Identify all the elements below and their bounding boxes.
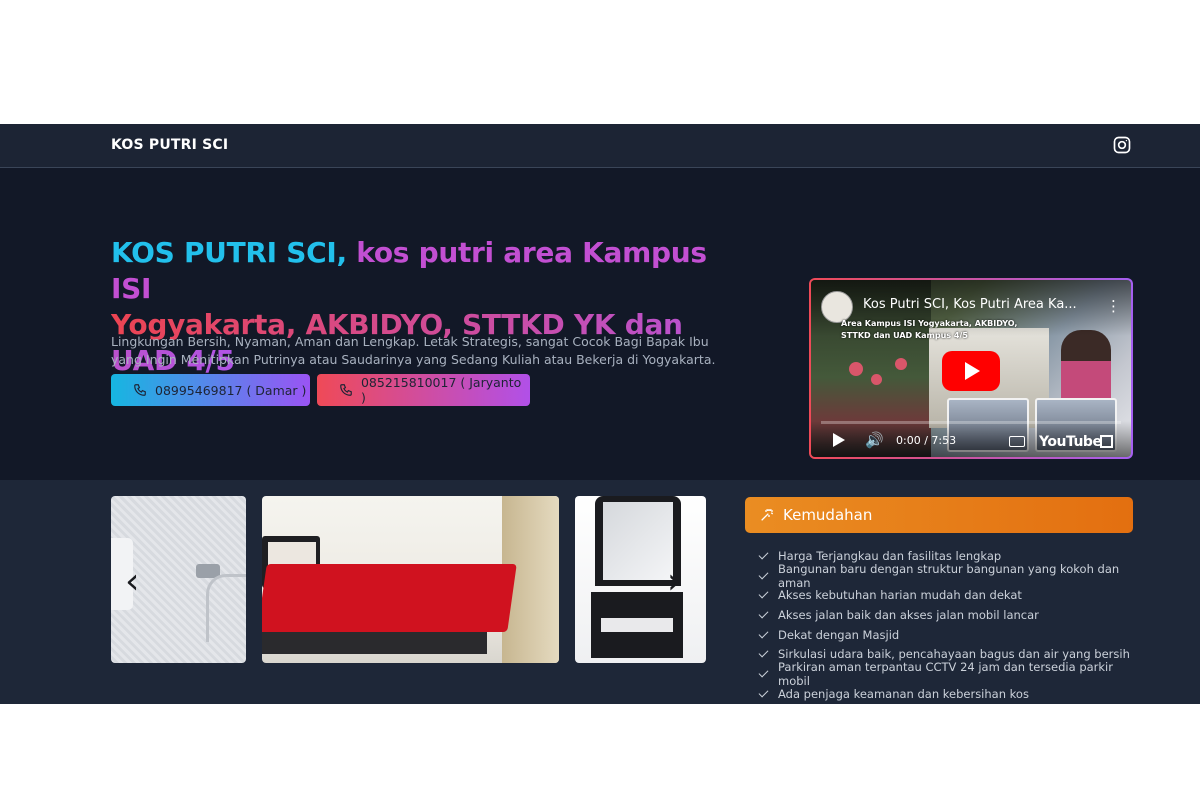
list-item-text: Parkiran aman terpantau CCTV 24 jam dan … xyxy=(778,659,1113,688)
check-icon xyxy=(758,608,769,619)
features-section: ‹ › Kemudahan Harga Terjangkau dan fasil… xyxy=(0,480,1200,704)
list-item: Parkiran aman terpantau CCTV 24 jam dan … xyxy=(758,660,1133,688)
list-item-text: Akses kebutuhan harian mudah dan dekat xyxy=(778,588,1022,603)
list-item: Dekat dengan Masjid xyxy=(758,625,1133,645)
check-icon xyxy=(758,549,769,560)
call-damar-label: 08995469817 ( Damar ) xyxy=(155,382,307,398)
youtube-video-embed[interactable]: Kos Putri SCI, Kos Putri Area Ka... ⋮ Ar… xyxy=(809,278,1133,459)
shower-hose xyxy=(206,574,246,642)
red-mattress xyxy=(262,564,517,632)
video-progress-bar[interactable] xyxy=(821,421,1121,424)
bed-frame xyxy=(262,632,487,654)
call-jaryanto-button[interactable]: 085215810017 ( Jaryanto ) xyxy=(317,374,530,406)
kemudahan-title: Kemudahan xyxy=(783,506,873,524)
navbar: KOS PUTRI SCI xyxy=(0,124,1200,168)
video-frame[interactable]: Kos Putri SCI, Kos Putri Area Ka... ⋮ Ar… xyxy=(811,280,1131,457)
video-time: 0:00 / 7:53 xyxy=(896,434,957,447)
video-flower xyxy=(849,362,863,376)
magic-wand-icon xyxy=(761,508,774,521)
dresser-photo xyxy=(575,496,706,663)
list-item-text: Akses jalan baik dan akses jalan mobil l… xyxy=(778,607,1039,622)
check-icon xyxy=(758,569,769,579)
mirror-glass xyxy=(603,502,673,580)
dresser-drawer xyxy=(601,618,673,632)
list-item-text: Dekat dengan Masjid xyxy=(778,627,900,642)
kemudahan-list: Harga Terjangkau dan fasilitas lengkap B… xyxy=(745,546,1133,704)
video-flower xyxy=(895,358,907,370)
list-item-text: Bangunan baru dengan struktur bangunan y… xyxy=(778,561,1120,590)
check-icon xyxy=(758,647,769,658)
captions-icon[interactable] xyxy=(1009,436,1025,447)
check-icon xyxy=(758,588,769,599)
more-options-icon[interactable]: ⋮ xyxy=(1106,297,1121,315)
list-item: Bangunan baru dengan struktur bangunan y… xyxy=(758,562,1133,590)
instagram-icon[interactable] xyxy=(1112,135,1132,155)
chevron-right-icon[interactable]: › xyxy=(667,564,681,600)
brand-link[interactable]: KOS PUTRI SCI xyxy=(111,137,228,153)
hero-section: KOS PUTRI SCI, kos putri area Kampus ISI… xyxy=(0,168,1200,480)
play-button[interactable] xyxy=(942,351,1000,391)
youtube-logo[interactable]: YouTube xyxy=(1039,434,1102,450)
check-icon xyxy=(758,687,769,698)
video-overlay-subtitle: Area Kampus ISI Yogyakarta, AKBIDYO, STT… xyxy=(841,319,1018,340)
fullscreen-icon[interactable] xyxy=(1100,435,1113,448)
volume-icon[interactable]: 🔊 xyxy=(865,431,884,449)
room-photo-carousel[interactable]: ‹ › xyxy=(111,496,706,663)
call-jaryanto-label: 085215810017 ( Jaryanto ) xyxy=(360,375,522,405)
headline-brand: KOS PUTRI SCI, xyxy=(111,236,347,269)
list-item: Akses jalan baik dan akses jalan mobil l… xyxy=(758,605,1133,625)
phone-icon xyxy=(134,384,146,396)
check-icon xyxy=(758,628,769,639)
check-icon xyxy=(758,667,769,678)
hero-description: Lingkungan Bersih, Nyaman, Aman dan Leng… xyxy=(111,334,716,367)
list-item-text: Ada penjaga keamanan dan kebersihan kos xyxy=(778,686,1029,701)
bedroom-photo xyxy=(262,496,559,663)
video-flower xyxy=(871,374,882,385)
kemudahan-panel: Kemudahan Harga Terjangkau dan fasilitas… xyxy=(745,497,1133,704)
phone-icon xyxy=(340,384,352,396)
play-icon xyxy=(965,362,980,380)
page: KOS PUTRI SCI KOS PUTRI SCI, kos putri a… xyxy=(0,124,1200,704)
control-play-icon[interactable] xyxy=(833,433,845,447)
call-damar-button[interactable]: 08995469817 ( Damar ) xyxy=(111,374,310,406)
chevron-left-icon[interactable]: ‹ xyxy=(125,564,139,600)
video-title[interactable]: Kos Putri SCI, Kos Putri Area Ka... xyxy=(863,297,1083,312)
kemudahan-header: Kemudahan xyxy=(745,497,1133,533)
